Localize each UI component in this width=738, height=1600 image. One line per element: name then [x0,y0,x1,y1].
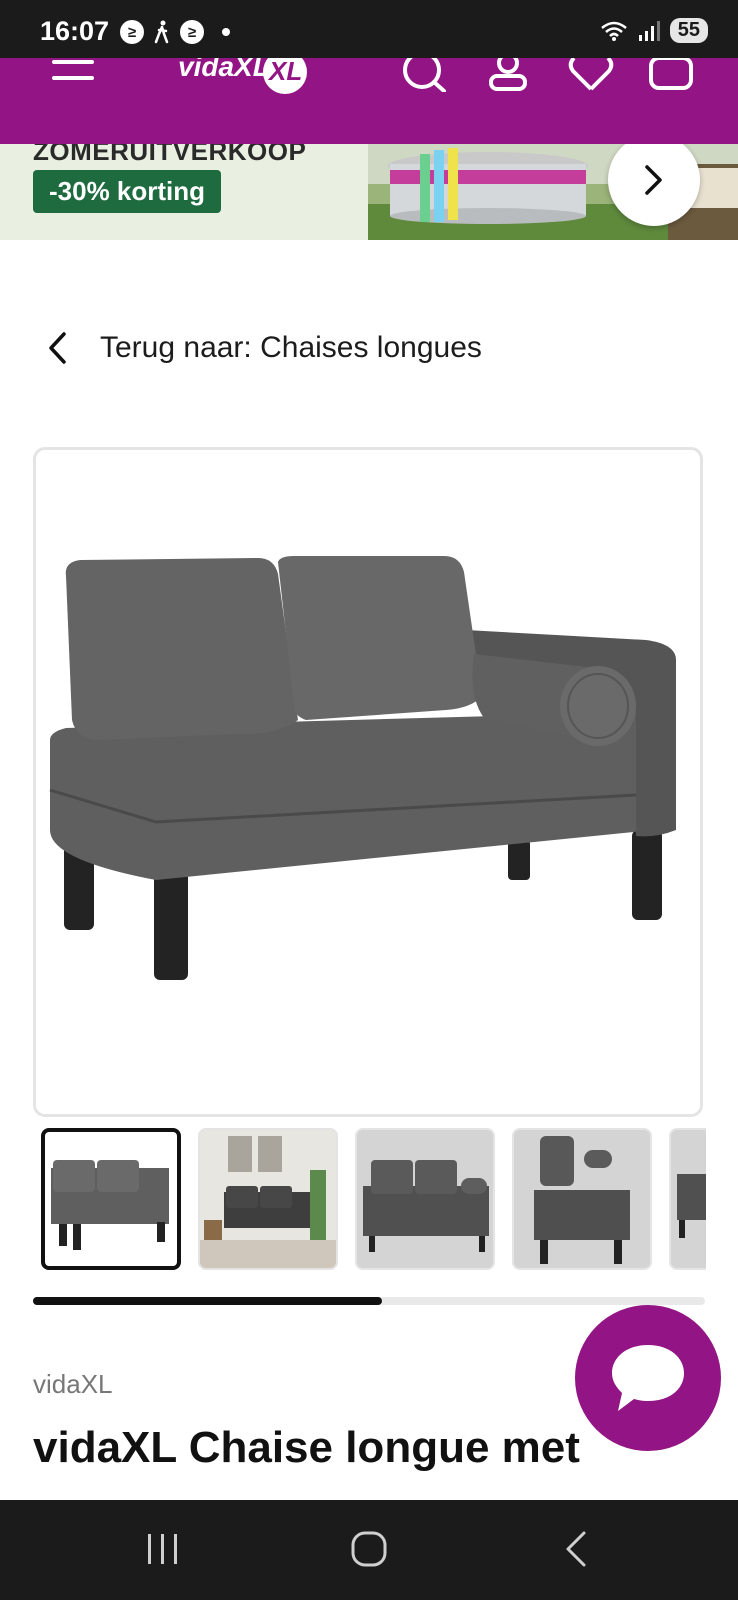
promo-title: ZOMERUITVERKOOP [33,144,307,166]
menu-icon[interactable] [52,58,94,88]
back-link-label: Terug naar: Chaises longues [100,331,482,364]
recent-apps-icon[interactable] [146,1532,180,1566]
status-system-icons: 55 [600,18,708,43]
gallery-scroll-thumb[interactable] [33,1297,383,1305]
signal-icon [638,20,660,41]
status-notification-icons: ≥ ≥ [120,20,230,44]
site-header: vidaXL XL [0,58,738,144]
thumbnail-strip[interactable] [41,1128,706,1273]
cart-icon[interactable] [648,58,694,92]
product-main-image[interactable] [33,447,703,1117]
promo-banner[interactable]: ZOMERUITVERKOOP -30% korting [0,144,738,240]
vidaxl-logo[interactable]: vidaXL XL [172,58,312,100]
status-bar: 16:07 ≥ ≥ 55 [0,0,738,58]
sync-icon-2: ≥ [180,20,204,44]
wishlist-heart-icon[interactable] [568,58,614,92]
wifi-icon [600,21,627,41]
sofa-illustration [49,556,676,980]
walking-icon [154,20,169,44]
chat-bubble-icon [612,1345,684,1411]
thumbnail-1[interactable] [41,1128,181,1270]
chevron-left-icon [49,332,66,364]
thumbnail-5[interactable] [669,1128,706,1270]
svg-text:vidaXL: vidaXL [178,58,270,82]
status-time: 16:07 [40,16,110,46]
back-link[interactable]: Terug naar: Chaises longues [46,330,482,366]
chevron-right-icon [645,165,662,195]
notification-dot [222,28,230,36]
search-icon[interactable] [400,58,448,92]
promo-discount-badge: -30% korting [33,170,222,213]
svg-text:XL: XL [267,58,302,86]
account-icon[interactable] [488,58,528,92]
chat-button[interactable] [575,1305,721,1451]
back-nav-icon[interactable] [564,1530,588,1568]
product-title: vidaXL Chaise longue met [33,1423,580,1472]
battery-indicator: 55 [669,18,708,43]
system-nav-bar [0,1500,738,1600]
thumbnail-2[interactable] [198,1128,338,1270]
home-icon[interactable] [350,1530,388,1568]
sync-icon: ≥ [120,20,144,44]
product-brand[interactable]: vidaXL [33,1369,113,1400]
thumbnail-4[interactable] [512,1128,652,1270]
thumbnail-3[interactable] [355,1128,495,1270]
gallery-scroll-track[interactable] [33,1297,705,1305]
